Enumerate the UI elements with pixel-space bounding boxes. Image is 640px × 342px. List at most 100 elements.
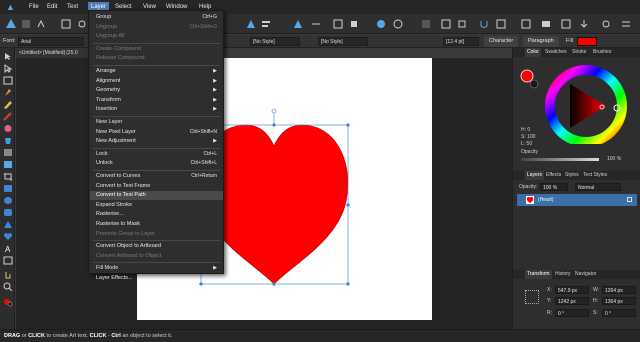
menu-item-fill-mode[interactable]: Fill Mode ▶ (90, 264, 223, 273)
menu-item-release-compound: Release Compound (90, 54, 223, 63)
menu-item-shortcut: Ctrl+L (203, 150, 217, 157)
x-label: X: (547, 287, 552, 293)
menu-item-label: Alignment (96, 77, 121, 84)
layer-thumbnail (526, 196, 534, 204)
menu-item-convert-object-to-artboard[interactable]: Convert Object to Artboard (90, 242, 223, 251)
layer-visibility-checkbox[interactable] (627, 197, 632, 202)
menu-separator (93, 42, 220, 44)
status-text-4: an object to select it. (120, 333, 173, 339)
menu-item-label: Expand Stroke (96, 201, 133, 208)
menu-item-unlock[interactable]: Unlock Ctrl+Shift+L (90, 159, 223, 168)
menu-item-convert-artboard-to-object: Convert Artboard to Object (90, 252, 223, 261)
menu-separator (93, 170, 220, 171)
hue-value: H: 0 (521, 127, 531, 133)
menu-separator (93, 262, 220, 264)
tab-stroke[interactable]: Stroke (570, 48, 588, 57)
r-label: R: (547, 310, 552, 316)
submenu-arrow-icon: ▶ (213, 265, 217, 272)
menu-item-label: Convert Artboard to Object (96, 252, 162, 259)
opacity-slider[interactable] (521, 158, 599, 161)
menu-item-label: Rasterise... (96, 211, 124, 218)
menu-item-label: Convert Object to Artboard (96, 243, 162, 250)
anchor-grid-icon[interactable] (525, 290, 539, 304)
menu-item-new-adjustment[interactable]: New Adjustment ▶ (90, 137, 223, 146)
x-field[interactable]: 547.9 px (555, 286, 589, 294)
menu-item-label: Ungroup All (96, 33, 125, 40)
menu-item-arrange[interactable]: Arrange ▶ (90, 67, 223, 76)
tab-color[interactable]: Color (525, 48, 541, 57)
menu-item-new-pixel-layer[interactable]: New Pixel Layer Ctrl+Shift+N (90, 128, 223, 137)
menu-item-label: Insertion (96, 106, 118, 113)
submenu-arrow-icon: ▶ (213, 138, 217, 145)
tab-styles[interactable]: Styles (563, 171, 581, 180)
tab-navigator[interactable]: Navigator (573, 270, 598, 279)
menu-item-rasterise-to-mask[interactable]: Rasterise to Mask (90, 220, 223, 229)
rotation-field[interactable]: 0 ° (555, 309, 589, 317)
status-text-1: or (20, 333, 29, 339)
menu-item-label: Convert to Curves (96, 173, 141, 179)
handle-ne (346, 123, 350, 127)
menu-separator (93, 65, 220, 66)
handle-e (346, 203, 350, 207)
menu-item-layer-effects[interactable]: Layer Effects... (90, 274, 223, 283)
layer-opacity-field[interactable]: 100 % (540, 183, 568, 191)
menu-separator (93, 116, 220, 117)
menu-item-label: Group (96, 14, 112, 20)
menu-item-shortcut: Ctrl+G (202, 14, 217, 20)
menu-item-new-layer[interactable]: New Layer (90, 118, 223, 127)
tab-text-styles[interactable]: Text Styles (581, 171, 609, 180)
menu-item-label: Unlock (96, 160, 113, 167)
menu-item-label: Convert to Text Path (96, 192, 146, 199)
blend-mode-select[interactable]: Normal (575, 183, 621, 191)
handle-se (346, 282, 350, 286)
color-wheel-widget[interactable] (518, 62, 636, 144)
handle-n (272, 123, 276, 127)
menu-item-label: New Layer (96, 119, 123, 125)
y-field[interactable]: 1242 px (555, 297, 589, 305)
menu-item-label: Create Compound (96, 45, 141, 52)
submenu-arrow-icon: ▶ (213, 96, 217, 103)
submenu-arrow-icon: ▶ (213, 68, 217, 74)
menu-item-convert-to-text-path[interactable]: Convert to Text Path (90, 191, 223, 201)
menu-item-convert-to-text-frame[interactable]: Convert to Text Frame (90, 182, 223, 191)
tab-history[interactable]: History (553, 270, 573, 279)
current-color-dot (520, 69, 534, 83)
menu-item-convert-to-curves[interactable]: Convert to Curves Ctrl+Return (90, 172, 223, 181)
layer-row-heart[interactable]: (Heart) (517, 194, 637, 206)
menu-item-label: Fill Mode (96, 265, 119, 272)
h-label: H: (593, 298, 598, 304)
menu-item-lock[interactable]: Lock Ctrl+L (90, 150, 223, 159)
handle-s (272, 282, 276, 286)
tab-brushes[interactable]: Brushes (591, 48, 613, 57)
menu-item-transform[interactable]: Transform ▶ (90, 96, 223, 105)
h-field[interactable]: 1364 px (602, 297, 636, 305)
shear-field[interactable]: 0 ° (602, 309, 636, 317)
w-field[interactable]: 1264 px (602, 286, 636, 294)
layer-opacity-label: Opacity: (519, 184, 538, 190)
menu-item-ungroup: Ungroup Ctrl+Shift+G (90, 23, 223, 32)
menu-item-shortcut: Ctrl+Shift+N (189, 128, 217, 135)
layers-panel-tabs: Layers Effects Styles Text Styles (513, 171, 640, 180)
menu-item-expand-stroke[interactable]: Expand Stroke (90, 201, 223, 210)
saturation-value: S: 100 (521, 134, 536, 140)
menu-item-group[interactable]: Group Ctrl+G (90, 13, 223, 22)
tab-transform[interactable]: Transform (525, 270, 552, 279)
menu-item-label: Layer Effects... (96, 275, 133, 281)
menu-item-create-compound: Create Compound (90, 45, 223, 54)
tab-layers[interactable]: Layers (525, 171, 545, 180)
menu-item-rasterise[interactable]: Rasterise... (90, 210, 223, 219)
menu-item-label: Convert to Text Frame (96, 182, 151, 189)
menu-item-label: Rasterise to Mask (96, 221, 141, 227)
menu-item-insertion[interactable]: Insertion ▶ (90, 105, 223, 114)
menu-item-alignment[interactable]: Alignment ▶ (90, 77, 223, 86)
tab-swatches[interactable]: Swatches (543, 48, 569, 57)
menu-item-shortcut: Ctrl+Shift+G (189, 23, 217, 30)
lightness-value: L: 50 (521, 141, 533, 147)
status-drag: DRAG (4, 333, 21, 339)
menu-item-ungroup-all: Ungroup All (90, 32, 223, 41)
menu-item-label: Transform (96, 96, 121, 103)
tab-effects[interactable]: Effects (544, 171, 563, 180)
menu-item-label: Promote Group to Layer (96, 230, 156, 237)
secondary-color-dot (529, 79, 539, 89)
menu-item-geometry[interactable]: Geometry ▶ (90, 86, 223, 95)
